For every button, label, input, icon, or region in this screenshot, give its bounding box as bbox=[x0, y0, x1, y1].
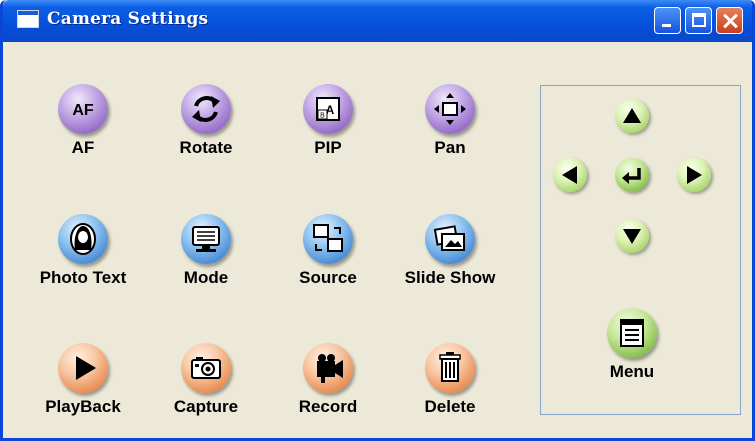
pip-button[interactable]: A B bbox=[303, 84, 353, 134]
minimize-button[interactable] bbox=[654, 7, 681, 34]
pip-label: PIP bbox=[314, 138, 342, 157]
menu-control: Menu bbox=[567, 308, 697, 393]
rotate-label: Rotate bbox=[179, 138, 233, 157]
camera-icon bbox=[191, 357, 221, 379]
delete-label: Delete bbox=[424, 397, 476, 416]
mode-control: Mode bbox=[141, 214, 271, 299]
right-button[interactable] bbox=[677, 158, 711, 192]
source-label: Source bbox=[299, 268, 357, 287]
photo-text-icon bbox=[70, 223, 96, 255]
delete-control: Delete bbox=[385, 343, 515, 428]
arrow-left-icon bbox=[562, 166, 577, 184]
mode-label: Mode bbox=[183, 268, 229, 287]
slide-show-label: Slide Show bbox=[404, 268, 496, 287]
enter-icon bbox=[622, 168, 641, 184]
capture-control: Capture bbox=[141, 343, 271, 428]
photo-text-button[interactable] bbox=[58, 214, 108, 264]
source-icon bbox=[313, 224, 343, 252]
slide-show-button[interactable] bbox=[425, 214, 475, 264]
pan-label: Pan bbox=[434, 138, 466, 157]
delete-button[interactable] bbox=[425, 343, 475, 393]
playback-button[interactable] bbox=[58, 343, 108, 393]
pan-icon bbox=[434, 93, 466, 125]
pan-control: Pan bbox=[385, 84, 515, 169]
navigation-panel: Menu bbox=[540, 85, 741, 415]
arrow-up-icon bbox=[623, 108, 641, 123]
monitor-icon bbox=[192, 226, 220, 252]
af-label: AF bbox=[71, 138, 95, 157]
menu-icon bbox=[620, 319, 644, 347]
menu-button[interactable] bbox=[607, 308, 657, 358]
pip-control: A B PIP bbox=[263, 84, 393, 169]
close-button[interactable] bbox=[716, 7, 743, 34]
down-button[interactable] bbox=[615, 219, 649, 253]
video-camera-icon bbox=[317, 354, 343, 383]
source-button[interactable] bbox=[303, 214, 353, 264]
svg-text:B: B bbox=[320, 113, 325, 120]
source-control: Source bbox=[263, 214, 393, 299]
pip-icon: A B bbox=[316, 97, 340, 121]
window-title: Camera Settings bbox=[47, 9, 209, 29]
rotate-control: Rotate bbox=[141, 84, 271, 169]
slideshow-icon bbox=[433, 225, 465, 251]
maximize-button[interactable] bbox=[685, 7, 712, 34]
title-bar[interactable]: Camera Settings bbox=[3, 0, 752, 42]
svg-text:AF: AF bbox=[72, 102, 94, 119]
up-button[interactable] bbox=[615, 99, 649, 133]
menu-label: Menu bbox=[609, 362, 655, 381]
trash-icon bbox=[439, 352, 461, 382]
arrow-right-icon bbox=[687, 166, 702, 184]
capture-button[interactable] bbox=[181, 343, 231, 393]
left-button[interactable] bbox=[553, 158, 587, 192]
rotate-icon bbox=[192, 96, 220, 122]
arrow-down-icon bbox=[623, 229, 641, 244]
capture-label: Capture bbox=[173, 397, 239, 416]
window-icon bbox=[17, 10, 39, 28]
record-label: Record bbox=[298, 397, 358, 416]
photo-text-label: Photo Text bbox=[39, 268, 127, 287]
af-icon: AF bbox=[72, 102, 94, 119]
af-button[interactable]: AF bbox=[58, 84, 108, 134]
photo-text-control: Photo Text bbox=[18, 214, 148, 299]
mode-button[interactable] bbox=[181, 214, 231, 264]
camera-settings-window: Camera Settings AF AF Rotate A B PIP Pan… bbox=[0, 0, 755, 441]
record-button[interactable] bbox=[303, 343, 353, 393]
playback-label: PlayBack bbox=[45, 397, 121, 416]
record-control: Record bbox=[263, 343, 393, 428]
enter-button[interactable] bbox=[615, 158, 649, 192]
playback-control: PlayBack bbox=[18, 343, 148, 428]
play-icon bbox=[76, 356, 96, 380]
pan-button[interactable] bbox=[425, 84, 475, 134]
slide-show-control: Slide Show bbox=[385, 214, 515, 299]
rotate-button[interactable] bbox=[181, 84, 231, 134]
af-control: AF AF bbox=[18, 84, 148, 169]
